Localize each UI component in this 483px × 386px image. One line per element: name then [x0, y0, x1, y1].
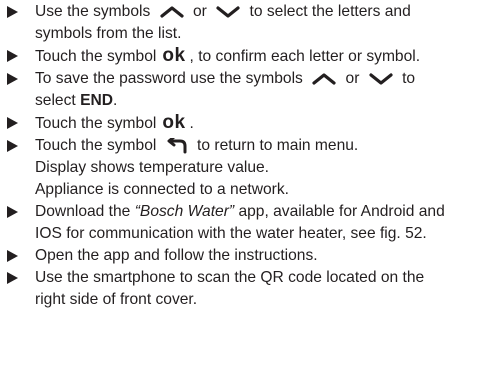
triangle-right-icon: [7, 250, 18, 262]
list-item: Touch the symbol ok, to confirm each lett…: [2, 45, 477, 68]
list-item: Download the “Bosch Water” app, availabl…: [2, 201, 477, 245]
triangle-right-icon: [7, 117, 18, 129]
list-item: Open the app and follow the instructions…: [2, 245, 477, 267]
list-item: Use the smartphone to scan the QR code l…: [2, 267, 477, 311]
result-text: Appliance is connected to a network.: [35, 181, 289, 198]
triangle-right-icon: [7, 73, 18, 85]
list-item: Touch the symbol ok.: [2, 112, 477, 135]
triangle-right-icon: [7, 140, 18, 152]
triangle-right-icon: [7, 206, 18, 218]
list-item: To save the password use the symbols or …: [2, 68, 477, 112]
triangle-right-icon: [7, 50, 18, 62]
triangle-right-icon: [7, 272, 18, 284]
chevron-down-icon: [216, 6, 240, 18]
ok-symbol: ok: [162, 45, 186, 66]
chevron-up-icon: [312, 73, 336, 85]
return-arrow-icon: [167, 137, 187, 154]
result-text: Display shows temperature value.: [35, 159, 270, 176]
end-keyword: END: [80, 92, 114, 109]
list-item: Touch the symbol to return to main menu.: [2, 135, 477, 157]
chevron-down-icon: [369, 73, 393, 85]
app-name: “Bosch Water”: [134, 203, 235, 220]
list-item: Use the symbols or to select the letters…: [2, 1, 477, 45]
triangle-right-icon: [7, 6, 18, 18]
chevron-up-icon: [160, 6, 184, 18]
instruction-list: Use the symbols or to select the letters…: [0, 0, 483, 386]
ok-symbol: ok: [162, 112, 186, 133]
